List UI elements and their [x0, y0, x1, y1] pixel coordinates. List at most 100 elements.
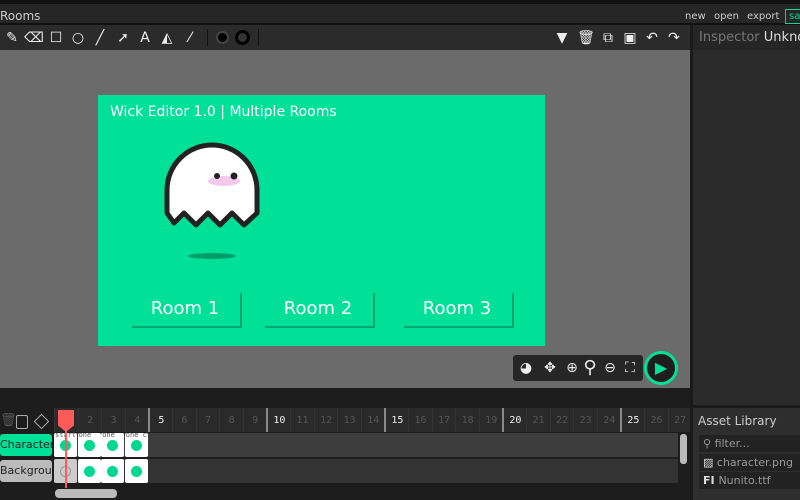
- frame-number[interactable]: 2: [77, 408, 102, 432]
- frame-number[interactable]: 16: [408, 408, 432, 432]
- frame-number[interactable]: 11: [290, 408, 314, 432]
- frame-number[interactable]: 27: [667, 408, 692, 432]
- frame-number[interactable]: 24: [596, 408, 621, 432]
- frame-number[interactable]: 5: [148, 408, 172, 432]
- trash-icon[interactable]: 🗑: [576, 28, 596, 48]
- room-2-button[interactable]: Room 2: [263, 291, 373, 326]
- stage[interactable]: Wick Editor 1.0 | Multiple Rooms Room 1 …: [98, 95, 545, 346]
- playhead-line: [65, 430, 67, 488]
- rectangle-icon[interactable]: ☐: [46, 28, 66, 48]
- frame-label: one c: [125, 431, 147, 439]
- room-1-button[interactable]: Room 1: [130, 291, 240, 326]
- frame-number[interactable]: 20: [502, 408, 526, 432]
- path-cursor-icon[interactable]: ➚: [113, 28, 133, 48]
- delete-layer-icon[interactable]: 🗑: [0, 413, 17, 428]
- add-tween-icon[interactable]: [33, 413, 50, 430]
- line-icon[interactable]: ╱: [90, 28, 110, 48]
- keyframe[interactable]: [101, 459, 125, 483]
- frame-number[interactable]: 15: [384, 408, 408, 432]
- timeline: 🗑 12345678910111213141516171819202122232…: [0, 388, 690, 500]
- onion-skin-icon[interactable]: ◕: [515, 355, 537, 381]
- frame-number[interactable]: 3: [101, 408, 125, 432]
- stage-title: Wick Editor 1.0 | Multiple Rooms: [110, 104, 337, 120]
- new-button[interactable]: new: [685, 11, 706, 22]
- keyframe[interactable]: [77, 459, 101, 483]
- open-button[interactable]: open: [714, 11, 739, 22]
- right-panel: Inspector Unknown Asset Library ⚲ filter…: [690, 25, 800, 500]
- divider: [258, 29, 259, 46]
- frame-number[interactable]: 9: [242, 408, 267, 432]
- frame-number[interactable]: 19: [478, 408, 503, 432]
- pencil-icon[interactable]: ✎: [2, 28, 22, 48]
- paste-icon[interactable]: ▣: [620, 28, 640, 48]
- asset-item[interactable]: FI Nunito.ttf: [699, 472, 800, 489]
- keyframe-dot-icon: [83, 466, 95, 477]
- frame-number[interactable]: 23: [573, 408, 597, 432]
- save-button[interactable]: sav: [785, 9, 800, 24]
- frame-label: one: [102, 431, 115, 439]
- undo-icon[interactable]: ↶: [642, 28, 662, 48]
- toolbar: ✎ ⌫ ☐ ○ ╱ ➚ A ◭ ⁄ ▼ 🗑 ⧉ ▣ ↶ ↷: [0, 25, 690, 50]
- frame-number[interactable]: 4: [124, 408, 149, 432]
- copy-icon[interactable]: ⧉: [598, 28, 618, 48]
- room-3-button[interactable]: Room 3: [402, 291, 512, 326]
- frame-number[interactable]: 14: [360, 408, 385, 432]
- frame-number[interactable]: 21: [526, 408, 550, 432]
- zoom-out-icon[interactable]: ⊖: [599, 355, 621, 381]
- fill-bucket-icon[interactable]: ◭: [157, 28, 177, 48]
- export-button[interactable]: export: [747, 11, 779, 22]
- pan-icon[interactable]: ✥: [539, 355, 561, 381]
- frame-number[interactable]: 26: [644, 408, 668, 432]
- redo-icon[interactable]: ↷: [664, 28, 684, 48]
- frame-number[interactable]: 8: [219, 408, 243, 432]
- stroke-color-swatch[interactable]: [235, 30, 250, 45]
- layer-frames-row[interactable]: startoneoneone c: [54, 431, 678, 457]
- eyedropper-icon[interactable]: ⁄: [180, 28, 200, 48]
- keyframe[interactable]: [124, 459, 148, 483]
- keyframe[interactable]: one: [77, 431, 101, 457]
- search-icon: ⚲: [703, 437, 715, 450]
- frame-number[interactable]: 6: [172, 408, 196, 432]
- frame-number[interactable]: 17: [431, 408, 456, 432]
- frame-number[interactable]: 10: [266, 408, 290, 432]
- vertical-scrollbar[interactable]: [680, 434, 687, 464]
- font-icon: FI: [703, 474, 719, 487]
- fill-color-swatch[interactable]: [216, 31, 229, 44]
- keyframe[interactable]: one c: [124, 431, 148, 457]
- add-layer-icon[interactable]: [16, 415, 28, 429]
- play-button[interactable]: ▶: [644, 351, 678, 385]
- keyframe[interactable]: one: [101, 431, 125, 457]
- horizontal-scrollbar[interactable]: [55, 489, 117, 498]
- layer-frames-row[interactable]: [54, 459, 678, 483]
- layer-background[interactable]: Background: [0, 460, 52, 482]
- asset-library-title: Asset Library: [698, 414, 777, 428]
- frame-number[interactable]: 25: [620, 408, 644, 432]
- asset-library: Asset Library ⚲ filter... ▨ character.pn…: [693, 405, 800, 500]
- frame-ruler[interactable]: 1234567891011121314151617181920212223242…: [54, 408, 690, 432]
- layer-character[interactable]: Character: [0, 434, 52, 456]
- top-bar: Rooms new open export sav: [0, 0, 800, 25]
- recenter-icon[interactable]: ⛶: [619, 355, 641, 381]
- asset-item[interactable]: ▨ character.png: [699, 454, 800, 471]
- zoom-icon[interactable]: ⚲: [579, 355, 601, 381]
- keyframe-dot-icon: [130, 440, 142, 451]
- text-icon[interactable]: A: [135, 28, 155, 48]
- dropdown-icon[interactable]: ▼: [552, 28, 572, 48]
- asset-filter-input[interactable]: ⚲ filter...: [699, 435, 800, 452]
- inspector-selection: Unknown: [763, 30, 800, 45]
- project-title[interactable]: Rooms: [0, 9, 40, 23]
- eraser-icon[interactable]: ⌫: [24, 28, 44, 48]
- divider: [207, 29, 208, 46]
- inspector-title: Inspector: [699, 30, 760, 45]
- ghost-character[interactable]: [162, 135, 262, 265]
- frame-number[interactable]: 13: [337, 408, 361, 432]
- keyframe-dot-icon: [107, 440, 119, 451]
- frame-number[interactable]: 22: [549, 408, 574, 432]
- frame-number[interactable]: 7: [195, 408, 220, 432]
- frame-number[interactable]: 12: [313, 408, 338, 432]
- keyframe-dot-icon: [107, 466, 119, 477]
- canvas-controls: ◕ ✥ ⊕ ⚲ ⊖ ⛶: [513, 355, 643, 381]
- frame-number[interactable]: 18: [455, 408, 479, 432]
- inspector-header: Inspector Unknown: [693, 25, 800, 50]
- ellipse-icon[interactable]: ○: [68, 28, 88, 48]
